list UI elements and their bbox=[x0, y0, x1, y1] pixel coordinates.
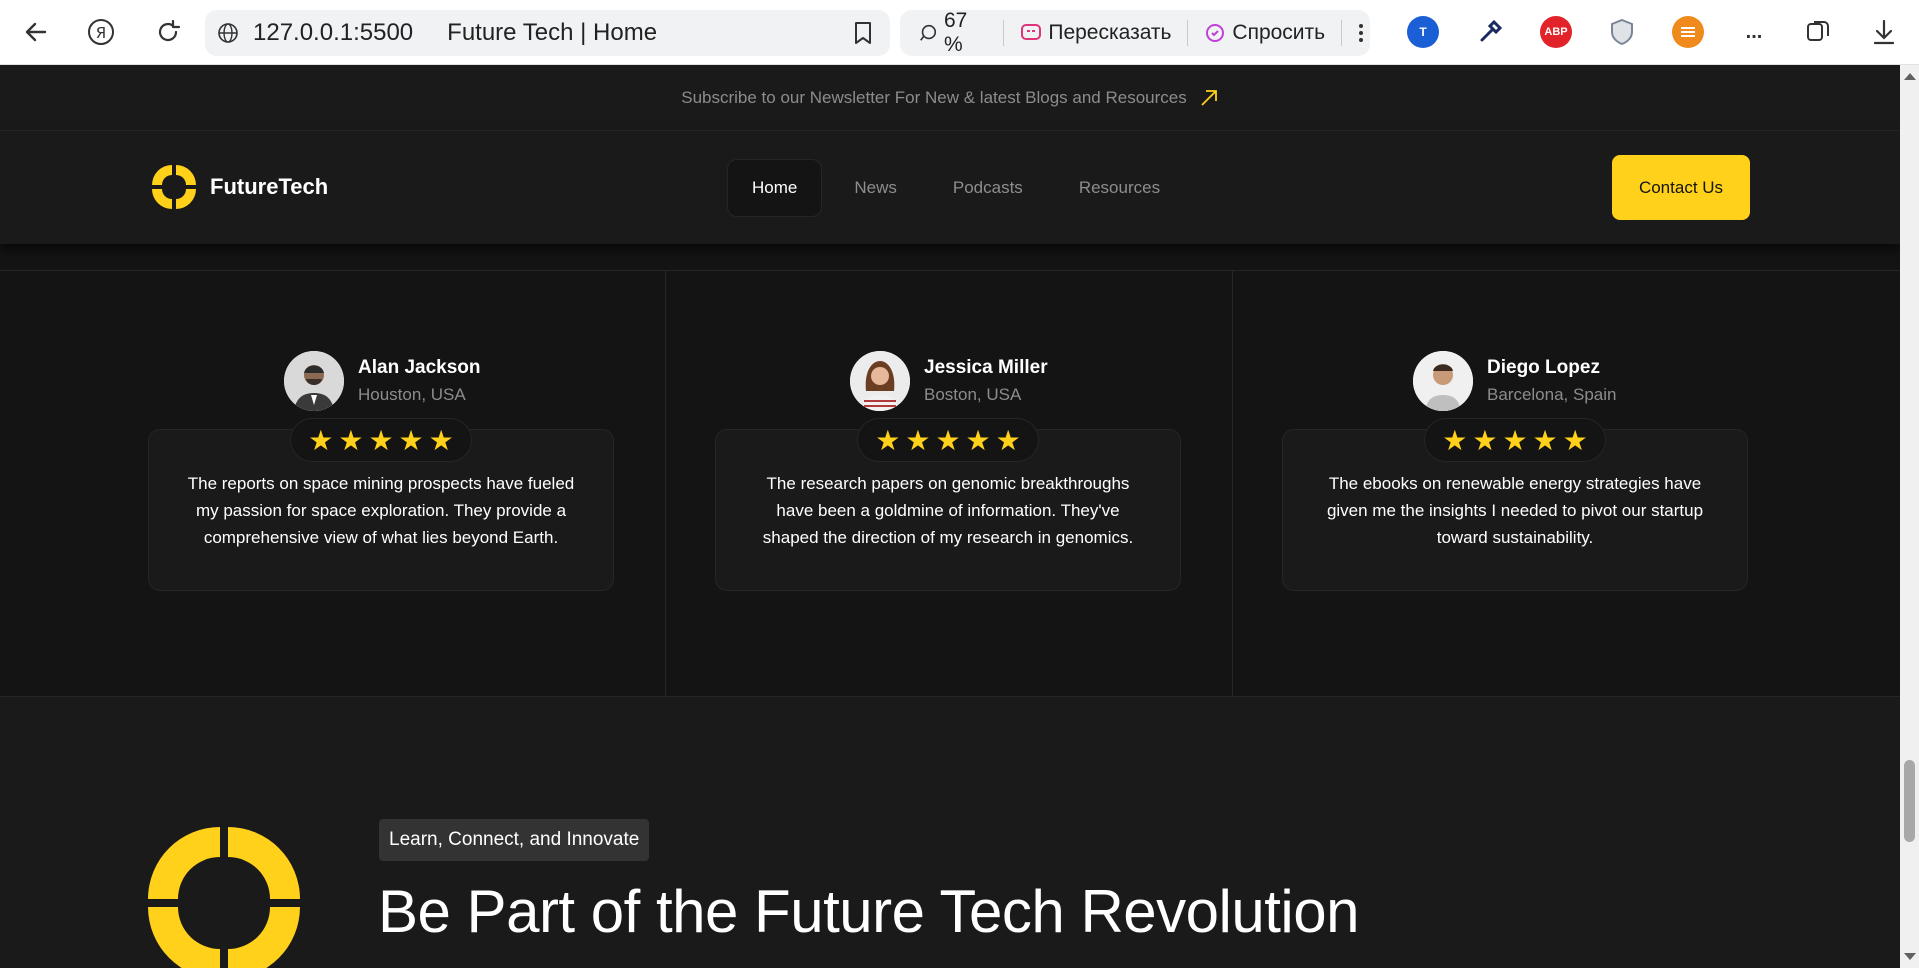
star-icon: ★ bbox=[935, 424, 961, 456]
testimonial-text: The research papers on genomic breakthro… bbox=[762, 473, 1134, 547]
back-icon[interactable] bbox=[18, 14, 54, 50]
scroll-down-icon[interactable] bbox=[1904, 953, 1916, 960]
cta-title: Be Part of the Future Tech Revolution bbox=[378, 878, 1359, 945]
newsletter-text[interactable]: Subscribe to our Newsletter For New & la… bbox=[681, 88, 1187, 108]
retell-label: Пересказать bbox=[1048, 21, 1172, 44]
testimonial-author: Diego Lopez Barcelona, Spain bbox=[1413, 351, 1616, 411]
cta-section: Learn, Connect, and Innovate Be Part of … bbox=[0, 697, 1900, 968]
star-icon: ★ bbox=[875, 424, 901, 456]
avatar bbox=[850, 351, 910, 411]
translate-extension-icon[interactable]: T bbox=[1407, 16, 1439, 48]
extensions-more-icon[interactable]: ... bbox=[1738, 16, 1770, 48]
futuretech-logo-icon bbox=[152, 165, 196, 209]
star-icon: ★ bbox=[1442, 424, 1468, 456]
main-nav: Home News Podcasts Resources bbox=[727, 159, 1184, 217]
rating-stars: ★ ★ ★ ★ ★ bbox=[857, 418, 1039, 462]
newsletter-banner[interactable]: Subscribe to our Newsletter For New & la… bbox=[0, 65, 1900, 131]
zoom-indicator[interactable]: 67 % bbox=[912, 9, 993, 57]
site-header: FutureTech Home News Podcasts Resources … bbox=[0, 131, 1900, 244]
author-name: Jessica Miller bbox=[924, 357, 1048, 378]
nav-home[interactable]: Home bbox=[727, 159, 823, 217]
ask-icon bbox=[1206, 24, 1225, 42]
chat-zoom-icon bbox=[920, 24, 937, 41]
scroll-up-icon[interactable] bbox=[1904, 73, 1916, 80]
web-page: Subscribe to our Newsletter For New & la… bbox=[0, 65, 1900, 968]
star-icon: ★ bbox=[428, 424, 454, 456]
avatar bbox=[284, 351, 344, 411]
download-icon[interactable] bbox=[1868, 16, 1900, 48]
bookmark-icon[interactable] bbox=[852, 20, 874, 46]
nav-podcasts[interactable]: Podcasts bbox=[929, 160, 1047, 216]
star-icon: ★ bbox=[1532, 424, 1558, 456]
author-name: Diego Lopez bbox=[1487, 357, 1600, 378]
testimonial-author: Jessica Miller Boston, USA bbox=[850, 351, 1048, 411]
sun-extension-icon[interactable] bbox=[1672, 16, 1704, 48]
reload-icon[interactable] bbox=[150, 14, 186, 50]
svg-text:Я: Я bbox=[96, 24, 106, 42]
ask-label: Спросить bbox=[1232, 21, 1326, 44]
url-text[interactable]: 127.0.0.1:5500 bbox=[253, 19, 413, 47]
star-icon: ★ bbox=[995, 424, 1021, 456]
star-icon: ★ bbox=[338, 424, 364, 456]
shield-extension-icon[interactable] bbox=[1606, 16, 1638, 48]
star-icon: ★ bbox=[1472, 424, 1498, 456]
retell-icon bbox=[1021, 24, 1042, 40]
zoom-value: 67 % bbox=[943, 9, 968, 56]
adblock-extension-icon[interactable]: ABP bbox=[1540, 16, 1572, 48]
more-menu-icon[interactable] bbox=[1352, 22, 1370, 44]
star-icon: ★ bbox=[308, 424, 334, 456]
author-location: Barcelona, Spain bbox=[1487, 385, 1617, 404]
address-bar[interactable]: 127.0.0.1:5500 Future Tech | Home bbox=[205, 10, 890, 56]
testimonial-author: Alan Jackson Houston, USA bbox=[284, 351, 481, 411]
avatar bbox=[1413, 351, 1473, 411]
collections-icon[interactable] bbox=[1802, 16, 1834, 48]
nav-news[interactable]: News bbox=[830, 160, 921, 216]
nav-resources[interactable]: Resources bbox=[1055, 160, 1184, 216]
testimonials-section: Alan Jackson Houston, USA The reports on… bbox=[0, 270, 1900, 698]
author-location: Boston, USA bbox=[924, 385, 1022, 404]
eyedropper-extension-icon[interactable] bbox=[1474, 16, 1506, 48]
browser-tools: 67 % Пересказать Спросить bbox=[900, 9, 1370, 57]
star-icon: ★ bbox=[965, 424, 991, 456]
scrollbar-thumb[interactable] bbox=[1904, 760, 1915, 842]
site-logo[interactable]: FutureTech bbox=[148, 161, 328, 213]
page-scrollbar[interactable] bbox=[1900, 65, 1919, 968]
star-icon: ★ bbox=[1502, 424, 1528, 456]
contact-us-button[interactable]: Contact Us bbox=[1612, 155, 1750, 220]
yandex-icon[interactable]: Я bbox=[83, 14, 119, 50]
author-location: Houston, USA bbox=[358, 385, 466, 404]
star-icon: ★ bbox=[368, 424, 394, 456]
testimonial-text: The reports on space mining prospects ha… bbox=[187, 473, 575, 547]
ask-button[interactable]: Спросить bbox=[1198, 21, 1331, 45]
retell-button[interactable]: Пересказать bbox=[1014, 21, 1177, 45]
globe-icon bbox=[218, 23, 238, 43]
star-icon: ★ bbox=[905, 424, 931, 456]
testimonial-text: The ebooks on renewable energy strategie… bbox=[1326, 473, 1704, 547]
rating-stars: ★ ★ ★ ★ ★ bbox=[290, 418, 472, 462]
star-icon: ★ bbox=[1562, 424, 1588, 456]
futuretech-large-logo-icon bbox=[148, 827, 300, 968]
arrow-up-right-icon bbox=[1201, 89, 1217, 106]
cta-tag: Learn, Connect, and Innovate bbox=[379, 819, 650, 861]
author-name: Alan Jackson bbox=[358, 357, 481, 378]
star-icon: ★ bbox=[398, 424, 424, 456]
brand-name: FutureTech bbox=[210, 174, 329, 199]
tab-title: Future Tech | Home bbox=[447, 19, 658, 46]
rating-stars: ★ ★ ★ ★ ★ bbox=[1424, 418, 1606, 462]
browser-toolbar: Я 127.0.0.1:5500 Future Tech | Home 67 %… bbox=[0, 0, 1919, 65]
